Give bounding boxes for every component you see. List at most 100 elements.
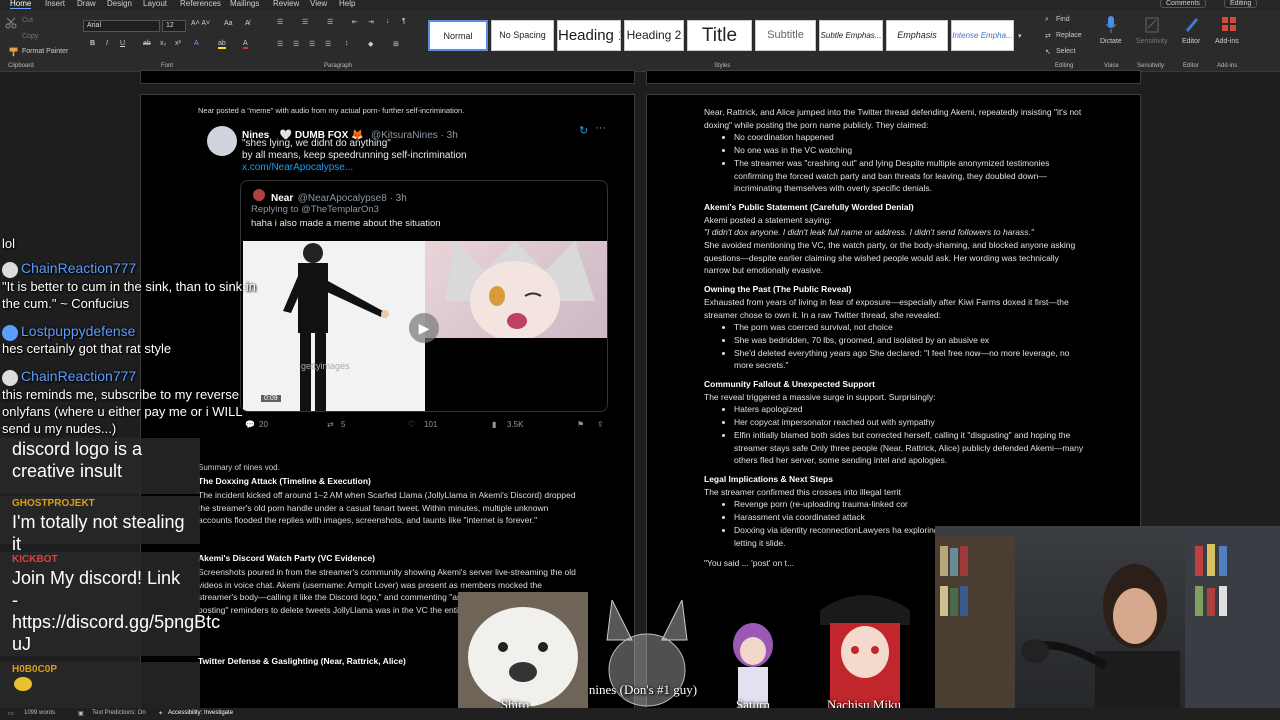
subscript-icon[interactable]: x₂ bbox=[160, 40, 166, 47]
style-subtitle[interactable]: Subtitle bbox=[755, 20, 816, 51]
chat-username[interactable]: Lostpuppydefense bbox=[21, 323, 135, 339]
style-heading-2[interactable]: Heading 2 bbox=[624, 20, 684, 51]
superscript-icon[interactable]: x² bbox=[175, 40, 181, 47]
cut-icon[interactable] bbox=[4, 16, 18, 30]
format-painter-icon[interactable] bbox=[8, 46, 19, 57]
style-subtle-emphasis[interactable]: Subtle Emphas... bbox=[819, 20, 883, 51]
style-heading-1[interactable]: Heading 1 bbox=[557, 20, 621, 51]
borders-icon[interactable]: ⊞ bbox=[393, 40, 399, 48]
italic-icon[interactable]: I bbox=[106, 40, 108, 47]
like-icon[interactable]: ♡ bbox=[408, 420, 415, 429]
grow-font-icon[interactable]: A˄ A˅ bbox=[191, 20, 210, 27]
dictate-label[interactable]: Dictate bbox=[1100, 38, 1122, 45]
meme-image-anime[interactable] bbox=[425, 241, 607, 341]
quote-text: haha i also made a meme about the situat… bbox=[251, 218, 441, 229]
find-label[interactable]: Find bbox=[1056, 16, 1070, 23]
style-title[interactable]: Title bbox=[687, 20, 752, 51]
bold-icon[interactable]: B bbox=[90, 40, 95, 47]
align-left-icon[interactable]: ☰ bbox=[277, 40, 283, 48]
editing-group-label: Editing bbox=[1055, 63, 1074, 69]
multilevel-list-icon[interactable]: ☰ bbox=[327, 18, 333, 26]
chat-box-username[interactable]: KICKBOT bbox=[0, 552, 200, 567]
select-icon[interactable]: ↖ bbox=[1045, 48, 1051, 56]
decrease-indent-icon[interactable]: ⇤ bbox=[352, 18, 358, 26]
editor-pen-icon[interactable] bbox=[1183, 15, 1199, 33]
microphone-icon[interactable] bbox=[1104, 15, 1118, 35]
underline-icon[interactable]: U bbox=[120, 40, 125, 47]
change-case-icon[interactable]: Aa bbox=[224, 20, 233, 27]
grok-icon[interactable]: ↻ bbox=[579, 124, 588, 137]
addins-label[interactable]: Add-ins bbox=[1215, 38, 1239, 45]
tab-mailings[interactable]: Mailings bbox=[230, 0, 259, 8]
increase-indent-icon[interactable]: ⇥ bbox=[368, 18, 374, 26]
font-name-select[interactable]: Arial bbox=[83, 20, 160, 32]
align-center-icon[interactable]: ☰ bbox=[293, 40, 299, 48]
align-right-icon[interactable]: ☰ bbox=[309, 40, 315, 48]
bookmark-icon[interactable]: ⚑ bbox=[577, 420, 584, 429]
numbering-icon[interactable]: ☰ bbox=[302, 18, 308, 26]
heading-legal: Legal Implications & Next Steps bbox=[704, 473, 833, 484]
highlight-icon[interactable]: ab bbox=[218, 40, 226, 49]
tab-help[interactable]: Help bbox=[339, 0, 355, 8]
cut-label: Cut bbox=[22, 17, 33, 24]
more-options-icon[interactable]: ··· bbox=[595, 122, 606, 134]
page-top-right bbox=[646, 70, 1141, 84]
retweet-icon[interactable]: ⇄ bbox=[327, 420, 334, 429]
text-effects-icon[interactable]: A bbox=[194, 40, 199, 47]
tab-layout[interactable]: Layout bbox=[143, 0, 167, 8]
tab-design[interactable]: Design bbox=[107, 0, 132, 8]
page-view-icon[interactable]: ▭ bbox=[8, 710, 14, 717]
proofing-icon[interactable]: ▣ bbox=[78, 710, 84, 717]
quote-author-handle[interactable]: @NearApocalypse8 · 3h bbox=[298, 193, 407, 204]
tweet-avatar[interactable] bbox=[207, 126, 237, 156]
text-predictions-status[interactable]: Text Predictions: On bbox=[92, 710, 146, 716]
clear-format-icon[interactable]: A̸ bbox=[245, 20, 250, 27]
font-color-icon[interactable]: A bbox=[243, 40, 248, 49]
tab-home[interactable]: Home bbox=[10, 0, 32, 9]
justify-icon[interactable]: ☰ bbox=[325, 40, 331, 48]
format-painter-label[interactable]: Format Painter bbox=[22, 48, 68, 55]
chat-username[interactable]: ChainReaction777 bbox=[21, 260, 136, 276]
style-intense-emphasis[interactable]: Intense Empha... bbox=[951, 20, 1014, 51]
share-icon[interactable]: ⇪ bbox=[597, 420, 604, 429]
views-icon[interactable]: ▮ bbox=[492, 420, 496, 429]
tab-view[interactable]: View bbox=[310, 0, 327, 8]
style-no-spacing[interactable]: No Spacing bbox=[491, 20, 554, 51]
quote-author-name[interactable]: Near bbox=[271, 193, 293, 204]
addins-grid-icon[interactable] bbox=[1221, 15, 1237, 33]
word-count[interactable]: 1099 words bbox=[24, 710, 55, 716]
chat-username[interactable]: ChainReaction777 bbox=[21, 368, 136, 384]
tab-references[interactable]: References bbox=[180, 0, 221, 8]
chat-box-username[interactable]: H0B0C0P bbox=[0, 662, 200, 677]
shading-icon[interactable]: ◆ bbox=[368, 40, 373, 48]
accessibility-status[interactable]: Accessibility: Investigate bbox=[168, 710, 233, 716]
styles-more-icon[interactable]: ▾ bbox=[1018, 32, 1022, 40]
tab-review[interactable]: Review bbox=[273, 0, 299, 8]
replace-icon[interactable]: ⇄ bbox=[1045, 32, 1051, 40]
section-watch-party-title: Akemi's Discord Watch Party (VC Evidence… bbox=[198, 553, 375, 563]
tweet-link[interactable]: x.com/NearApocalypse... bbox=[242, 162, 353, 173]
editing-mode-button[interactable]: Editing bbox=[1224, 0, 1258, 8]
editor-label[interactable]: Editor bbox=[1182, 38, 1200, 45]
views-count: 3.5K bbox=[507, 420, 524, 429]
replace-label[interactable]: Replace bbox=[1056, 32, 1082, 39]
chat-box-username[interactable]: GHOSTPROJEKT bbox=[0, 496, 200, 511]
sort-icon[interactable]: ↓ bbox=[386, 18, 390, 25]
style-normal[interactable]: Normal bbox=[428, 20, 488, 51]
strikethrough-icon[interactable]: ab bbox=[143, 40, 151, 47]
chat-text: this reminds me, subscribe to my reverse… bbox=[2, 386, 243, 436]
quoted-tweet[interactable]: Near @NearApocalypse8 · 3h Replying to @… bbox=[240, 180, 608, 412]
style-emphasis[interactable]: Emphasis bbox=[886, 20, 948, 51]
bullets-icon[interactable]: ☰ bbox=[277, 18, 283, 26]
accessibility-icon[interactable]: ✦ bbox=[158, 710, 163, 717]
select-label[interactable]: Select bbox=[1056, 48, 1075, 55]
play-button-icon[interactable]: ▶ bbox=[409, 313, 439, 343]
comments-button[interactable]: Comments bbox=[1160, 0, 1206, 8]
find-icon[interactable]: ⌕ bbox=[1045, 16, 1049, 24]
show-marks-icon[interactable]: ¶ bbox=[402, 18, 406, 25]
font-size-select[interactable]: 12 bbox=[162, 20, 186, 32]
line-spacing-icon[interactable]: ↕ bbox=[345, 40, 349, 47]
support-list: Haters apologized Her copycat impersonat… bbox=[704, 403, 1084, 467]
tab-insert[interactable]: Insert bbox=[45, 0, 65, 8]
tab-draw[interactable]: Draw bbox=[77, 0, 96, 8]
